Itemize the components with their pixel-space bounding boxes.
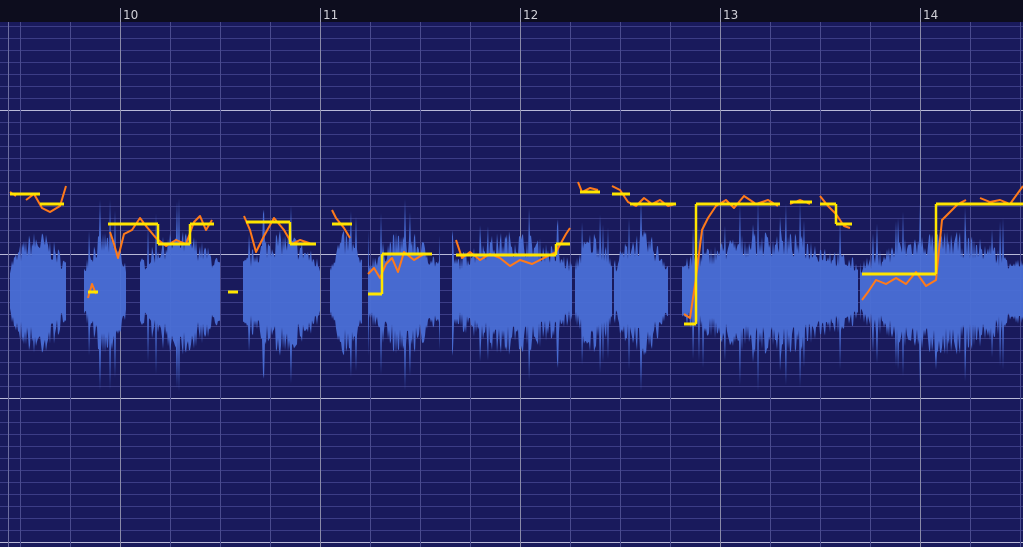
pitch-editor-window: 10 11 12 13 14 (0, 0, 1023, 547)
bar-label-13: 13 (723, 8, 739, 22)
bar-tick-14 (920, 8, 921, 23)
bar-tick-13 (720, 8, 721, 23)
waveform-segment (330, 211, 362, 378)
waveform-segment (243, 205, 320, 384)
timeline-ruler[interactable]: 10 11 12 13 14 (0, 0, 1023, 23)
pitch-grid-canvas[interactable] (0, 22, 1023, 547)
pitch-curve-segment (25, 185, 67, 213)
editor-canvas-svg[interactable] (0, 22, 1023, 547)
bar-label-11: 11 (323, 8, 339, 22)
bar-label-12: 12 (523, 8, 539, 22)
waveform-segment (10, 233, 66, 353)
bar-tick-12 (520, 8, 521, 23)
bar-tick-11 (320, 8, 321, 23)
bar-label-10: 10 (123, 8, 139, 22)
bar-tick-10 (120, 8, 121, 23)
bar-label-14: 14 (923, 8, 939, 22)
waveform-segment (575, 214, 612, 374)
waveform-segment (84, 199, 126, 391)
